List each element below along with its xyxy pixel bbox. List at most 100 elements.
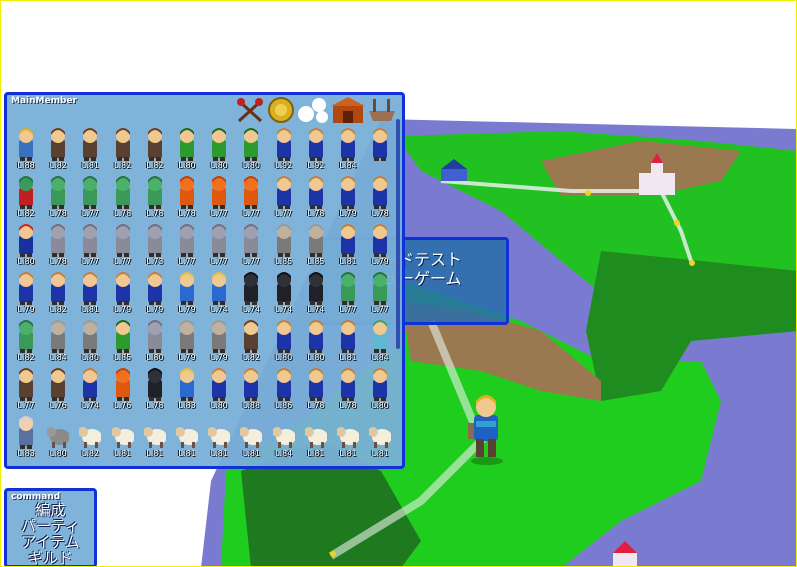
member-cell[interactable]: L.82 bbox=[43, 269, 73, 314]
member-cell[interactable]: L.77 bbox=[11, 365, 41, 410]
member-cell[interactable]: L.83 bbox=[11, 413, 41, 458]
member-cell[interactable]: L.80 bbox=[172, 125, 202, 170]
member-cell[interactable]: L.77 bbox=[333, 269, 363, 314]
game-viewport[interactable]: ンドテスト ューゲーム MainMember L.88 L.82 L.81 L.… bbox=[0, 0, 797, 567]
member-cell[interactable]: L.78 bbox=[301, 365, 331, 410]
barn-icon[interactable] bbox=[331, 97, 365, 123]
member-cell[interactable]: L.79 bbox=[204, 317, 234, 362]
member-cell[interactable]: L.74 bbox=[236, 269, 266, 314]
member-cell[interactable]: L.78 bbox=[172, 173, 202, 218]
member-cell[interactable]: L.79 bbox=[11, 269, 41, 314]
member-cell[interactable]: L.81 bbox=[301, 413, 331, 458]
member-cell[interactable]: L.84 bbox=[269, 413, 299, 458]
member-cell[interactable]: L.85 bbox=[269, 221, 299, 266]
member-cell[interactable]: L.78 bbox=[301, 173, 331, 218]
member-cell[interactable]: L.74 bbox=[75, 365, 105, 410]
member-cell[interactable]: L.81 bbox=[75, 125, 105, 170]
member-cell[interactable]: L.81 bbox=[333, 221, 363, 266]
member-cell[interactable] bbox=[365, 125, 395, 169]
member-cell[interactable]: L.80 bbox=[204, 125, 234, 170]
player-hero-sprite[interactable] bbox=[463, 393, 509, 467]
member-cell[interactable]: L.80 bbox=[236, 125, 266, 170]
member-level-label: L.86 bbox=[275, 401, 293, 410]
member-cell[interactable]: L.79 bbox=[333, 173, 363, 218]
member-cell[interactable]: L.76 bbox=[43, 365, 73, 410]
command-party[interactable]: パーティ bbox=[7, 518, 94, 534]
member-cell[interactable]: L.84 bbox=[333, 125, 363, 170]
member-cell[interactable]: L.74 bbox=[269, 269, 299, 314]
member-cell[interactable]: L.80 bbox=[365, 365, 395, 410]
command-guild[interactable]: ギルド bbox=[7, 550, 94, 566]
member-cell[interactable]: L.80 bbox=[75, 317, 105, 362]
member-cell[interactable]: L.79 bbox=[140, 269, 170, 314]
member-cell[interactable]: L.82 bbox=[75, 413, 105, 458]
waypoint-marker[interactable] bbox=[330, 551, 336, 557]
member-cell[interactable]: L.77 bbox=[75, 221, 105, 266]
member-cell[interactable]: L.84 bbox=[365, 317, 395, 362]
member-cell[interactable]: L.84 bbox=[43, 317, 73, 362]
member-cell[interactable]: L.77 bbox=[236, 221, 266, 266]
member-cell[interactable]: L.81 bbox=[172, 413, 202, 458]
member-cell[interactable]: L.77 bbox=[172, 221, 202, 266]
member-cell[interactable]: L.78 bbox=[108, 173, 138, 218]
member-cell[interactable]: L.77 bbox=[75, 173, 105, 218]
member-cell[interactable]: L.74 bbox=[204, 269, 234, 314]
member-cell[interactable]: L.77 bbox=[204, 221, 234, 266]
member-cell[interactable]: L.82 bbox=[236, 317, 266, 362]
member-cell[interactable]: L.80 bbox=[301, 317, 331, 362]
member-cell[interactable]: L.82 bbox=[11, 173, 41, 218]
member-cell[interactable]: L.81 bbox=[333, 317, 363, 362]
waypoint-marker[interactable] bbox=[585, 190, 591, 196]
member-cell[interactable]: L.80 bbox=[11, 221, 41, 266]
member-cell[interactable]: L.82 bbox=[108, 125, 138, 170]
member-cell[interactable]: L.80 bbox=[43, 413, 73, 458]
member-cell[interactable]: L.76 bbox=[108, 365, 138, 410]
member-cell[interactable]: L.85 bbox=[108, 317, 138, 362]
member-cell[interactable]: L.81 bbox=[333, 413, 363, 458]
member-cell[interactable]: L.79 bbox=[172, 317, 202, 362]
member-cell[interactable]: L.78 bbox=[140, 173, 170, 218]
member-cell[interactable]: L.74 bbox=[301, 269, 331, 314]
member-cell[interactable]: L.78 bbox=[365, 173, 395, 218]
member-cell[interactable]: L.80 bbox=[204, 365, 234, 410]
white-orbs-icon[interactable] bbox=[297, 97, 331, 123]
waypoint-marker[interactable] bbox=[674, 220, 680, 226]
member-cell[interactable]: L.78 bbox=[43, 173, 73, 218]
member-cell[interactable]: L.82 bbox=[11, 317, 41, 362]
member-cell[interactable]: L.85 bbox=[301, 221, 331, 266]
member-cell[interactable]: L.77 bbox=[269, 173, 299, 218]
crossed-axes-icon[interactable] bbox=[235, 97, 265, 123]
waypoint-marker[interactable] bbox=[689, 260, 695, 266]
member-cell[interactable]: L.78 bbox=[43, 221, 73, 266]
member-cell[interactable]: L.78 bbox=[333, 365, 363, 410]
member-cell[interactable]: L.80 bbox=[269, 317, 299, 362]
member-cell[interactable]: L.77 bbox=[365, 269, 395, 314]
member-cell[interactable]: L.77 bbox=[108, 221, 138, 266]
member-cell[interactable]: L.80 bbox=[140, 317, 170, 362]
member-cell[interactable]: L.79 bbox=[365, 221, 395, 266]
member-cell[interactable]: L.92 bbox=[269, 125, 299, 170]
member-cell[interactable]: L.82 bbox=[140, 125, 170, 170]
member-cell[interactable]: L.88 bbox=[236, 365, 266, 410]
member-cell[interactable]: L.81 bbox=[365, 413, 395, 458]
member-cell[interactable]: L.81 bbox=[75, 269, 105, 314]
member-cell[interactable]: L.77 bbox=[236, 173, 266, 218]
member-cell[interactable]: L.79 bbox=[108, 269, 138, 314]
command-item[interactable]: アイテム bbox=[7, 534, 94, 550]
member-cell[interactable]: L.83 bbox=[172, 365, 202, 410]
boat-icon[interactable] bbox=[367, 97, 397, 123]
member-cell[interactable]: L.92 bbox=[301, 125, 331, 170]
member-cell[interactable]: L.77 bbox=[204, 173, 234, 218]
member-cell[interactable]: L.86 bbox=[269, 365, 299, 410]
member-cell[interactable]: L.81 bbox=[236, 413, 266, 458]
member-cell[interactable]: L.81 bbox=[204, 413, 234, 458]
gold-coin-icon[interactable] bbox=[267, 97, 295, 123]
member-cell[interactable]: L.73 bbox=[140, 221, 170, 266]
member-cell[interactable]: L.81 bbox=[108, 413, 138, 458]
command-formation[interactable]: 編成 bbox=[7, 502, 94, 518]
member-cell[interactable]: L.82 bbox=[43, 125, 73, 170]
member-cell[interactable]: L.78 bbox=[140, 365, 170, 410]
member-cell[interactable]: L.81 bbox=[140, 413, 170, 458]
member-cell[interactable]: L.88 bbox=[11, 125, 41, 170]
member-cell[interactable]: L.79 bbox=[172, 269, 202, 314]
